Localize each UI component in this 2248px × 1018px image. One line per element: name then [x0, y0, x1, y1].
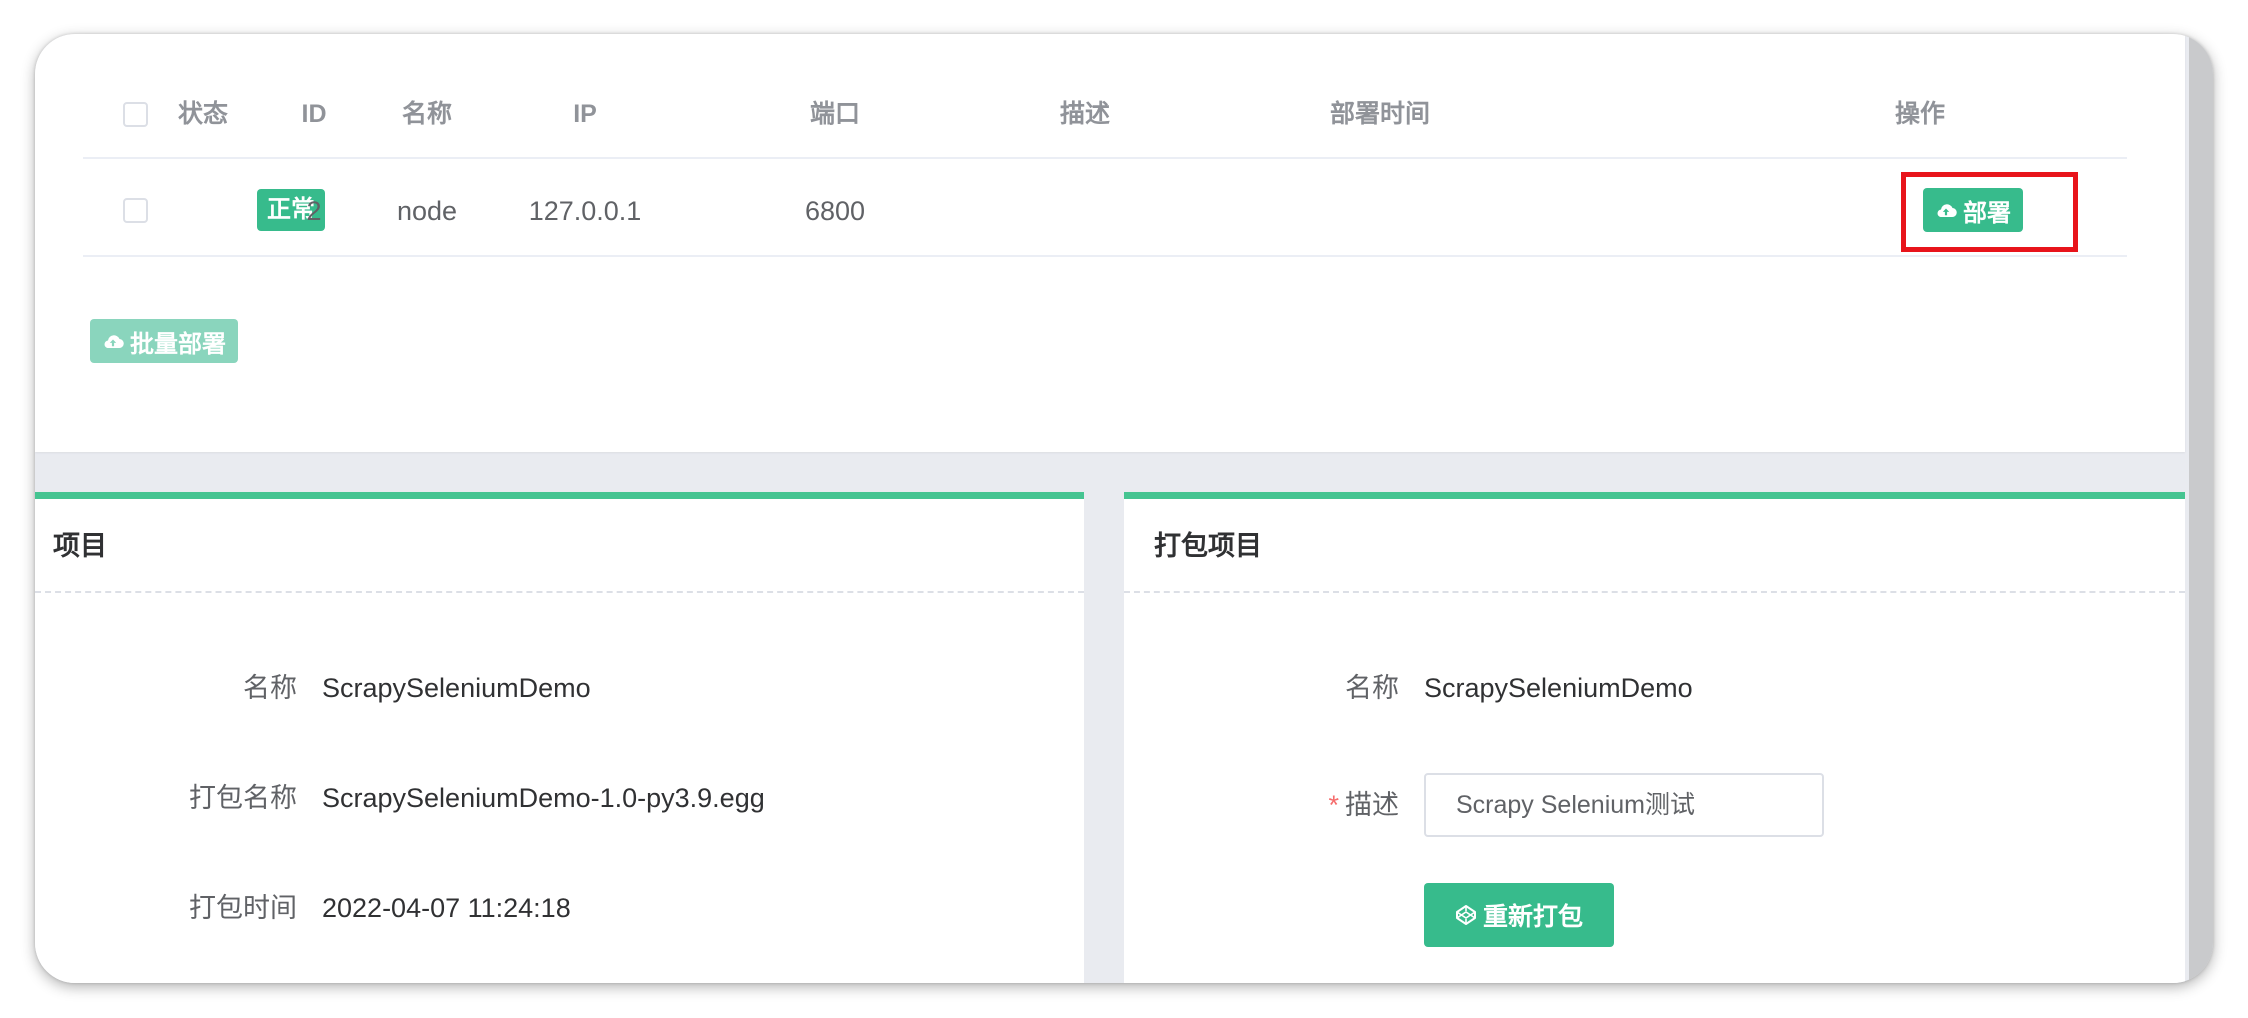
col-header-port: 端口: [809, 100, 860, 128]
package-panel-title: 打包项目: [1124, 499, 2185, 593]
app-window: 状态 ID 名称 IP 端口 描述 部署时间 操作 正常 2 node 127.…: [35, 34, 2213, 983]
deploy-table-card: 状态 ID 名称 IP 端口 描述 部署时间 操作 正常 2 node 127.…: [35, 34, 2185, 452]
required-mark: *: [1328, 790, 1339, 820]
cell-description: [1010, 191, 1160, 231]
select-all-checkbox[interactable]: [123, 102, 148, 127]
cell-port: 6800: [804, 196, 866, 226]
package-panel: 打包项目: [1124, 492, 2185, 983]
codepen-icon: [1455, 904, 1477, 926]
cloud-upload-icon: [102, 332, 124, 350]
batch-deploy-label: 批量部署: [130, 330, 226, 358]
vertical-scrollbar[interactable]: [2189, 34, 2213, 983]
project-name-label: 名称: [243, 673, 297, 703]
col-header-name: 名称: [401, 100, 452, 128]
project-name-value: ScrapySeleniumDemo: [322, 673, 591, 703]
repack-button[interactable]: 重新打包: [1424, 883, 1614, 947]
project-panel-title: 项目: [35, 499, 1084, 593]
description-label: * 描述: [1235, 785, 1399, 825]
repack-button-label: 重新打包: [1482, 903, 1583, 931]
row-checkbox[interactable]: [123, 198, 148, 223]
package-name-label: 打包名称: [189, 783, 297, 813]
cell-deploy-time: [1280, 191, 1480, 231]
col-header-deploy-time: 部署时间: [1329, 100, 1430, 128]
description-label-text: 描述: [1345, 790, 1399, 820]
col-header-ip: IP: [573, 100, 597, 128]
row-divider: [83, 255, 2127, 257]
header-divider: [83, 157, 2127, 159]
batch-deploy-button[interactable]: 批量部署: [90, 319, 238, 363]
package-name-value: ScrapySeleniumDemo-1.0-py3.9.egg: [322, 783, 765, 813]
package-time-label: 打包时间: [189, 893, 297, 923]
package-time-value: 2022-04-07 11:24:18: [322, 893, 571, 923]
cell-id: 2: [306, 196, 322, 226]
col-header-id: ID: [301, 100, 327, 128]
col-header-description: 描述: [1059, 100, 1110, 128]
cell-ip: 127.0.0.1: [528, 196, 642, 226]
deploy-button-highlight: [1901, 172, 2078, 252]
col-header-actions: 操作: [1894, 100, 1945, 128]
description-input[interactable]: Scrapy Selenium测试: [1424, 773, 1824, 837]
package-project-name-value: ScrapySeleniumDemo: [1424, 673, 1693, 703]
col-header-status: 状态: [177, 100, 228, 128]
package-project-name-label: 名称: [1345, 673, 1399, 703]
